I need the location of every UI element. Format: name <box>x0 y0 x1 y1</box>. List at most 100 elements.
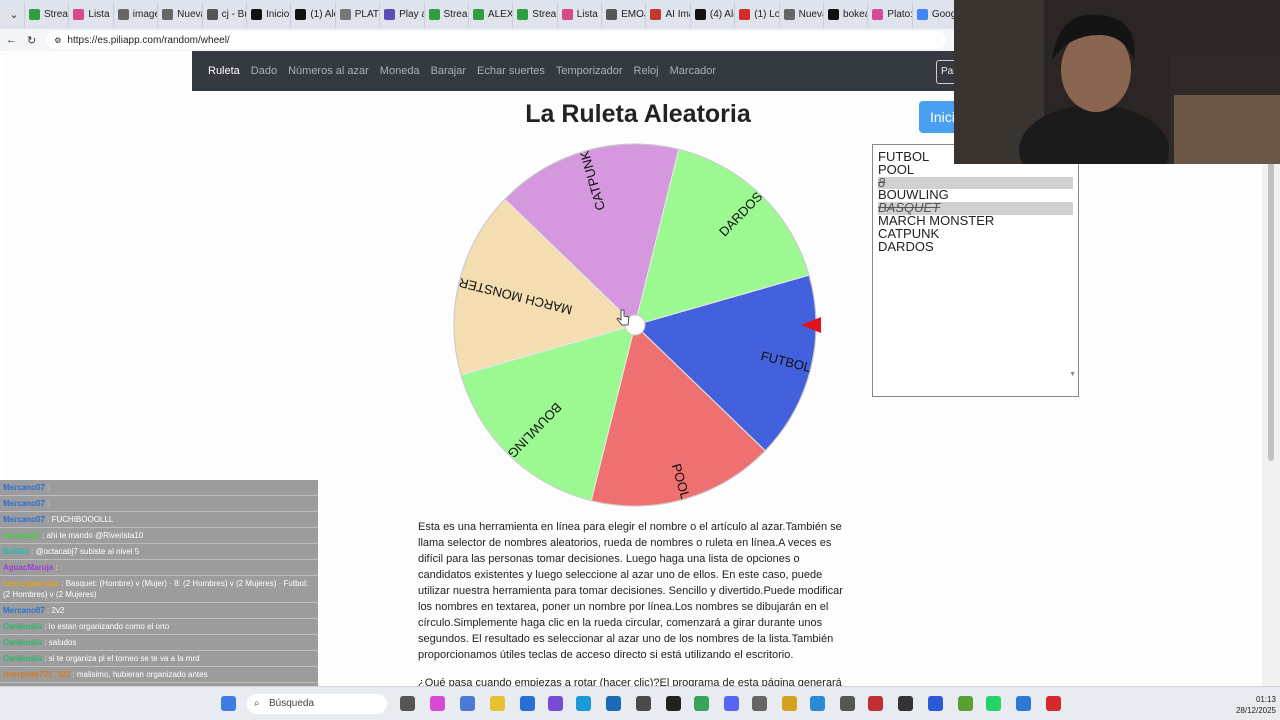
nav-item-marcador[interactable]: Marcador <box>670 65 716 77</box>
browser-tab[interactable]: Lista E <box>556 2 601 27</box>
nav-item-moneda[interactable]: Moneda <box>380 65 420 77</box>
chat-username: riverplate731_322 <box>3 670 71 679</box>
app-icon-1[interactable] <box>636 696 651 711</box>
clock-date: 28/12/2025 <box>1235 706 1276 715</box>
tab-label: Plato: <box>887 9 912 20</box>
chat-text: : saludos <box>44 638 77 647</box>
browser-tab[interactable]: Nueva <box>157 2 202 27</box>
tab-favicon-icon <box>783 9 795 20</box>
browser-tab[interactable]: Lista E <box>68 2 113 27</box>
browser-tab[interactable]: image <box>112 2 157 27</box>
site-info-icon[interactable]: ⚙ <box>54 36 61 45</box>
tab-label: Stream <box>443 9 468 20</box>
chat-text: : <box>55 563 58 572</box>
chat-message: Cardenalu : saludos <box>0 635 318 651</box>
browser-tab[interactable]: (1) Lo <box>734 2 779 27</box>
app-icon-2[interactable] <box>782 696 797 711</box>
chat-username: Cardenalu <box>3 622 43 631</box>
taskbar-search[interactable]: Búsqueda <box>247 694 387 714</box>
terminal-icon[interactable] <box>666 696 681 711</box>
browser-tab[interactable]: Nueva <box>778 2 823 27</box>
names-textarea[interactable]: FUTBOL POOL 8 BOUWLING BASQUET MARCH MONSTER C… <box>872 144 1079 397</box>
chat-message: Mercano07 : <box>0 496 318 512</box>
browser-tab[interactable]: Inicio <box>245 2 290 27</box>
tab-label: Lista E <box>88 9 112 20</box>
chat-text: : ahi te mando @Riverista10 <box>42 531 144 540</box>
chat-text: : FUCHIBOOOLLL <box>47 515 114 524</box>
browser-tab[interactable]: EMOJ <box>601 2 645 27</box>
chat-username: Mercano07 <box>3 499 45 508</box>
chat-username: IvanLagusneta <box>3 579 60 588</box>
tab-label: Stream <box>532 9 557 20</box>
browser-tab[interactable]: AI Ima <box>645 2 690 27</box>
nav-item-reloj[interactable]: Reloj <box>634 65 659 77</box>
nav-item-echar-suertes[interactable]: Echar suertes <box>477 65 545 77</box>
chat-username: AguacMaruja <box>3 563 54 572</box>
app-icon-6[interactable] <box>958 696 973 711</box>
taskbar-clock[interactable]: 01:13 28/12/2025 <box>1218 694 1276 716</box>
edge-browser-icon[interactable] <box>576 696 591 711</box>
chat-username: Cardenalu <box>3 654 43 663</box>
chrome-icon[interactable] <box>694 696 709 711</box>
tab-label: image <box>132 9 157 20</box>
obs-icon[interactable] <box>898 696 913 711</box>
nav-item-dado[interactable]: Dado <box>251 65 277 77</box>
browser-tab[interactable]: Play a <box>379 2 424 27</box>
spin-wheel[interactable]: FUTBOLPOOLBOUWLINGMARCH MONSTERCATPUNKDA… <box>450 140 830 510</box>
browser-tab[interactable]: Stream <box>24 2 68 27</box>
browser-tab[interactable]: bokea <box>823 2 867 27</box>
tab-list: Stream Lista E image Nueva cj - Bu Inicio (1) … <box>24 2 956 27</box>
start-menu-icon[interactable] <box>221 696 236 711</box>
chat-message: Cardenalu : lo estan organizando como el… <box>0 619 318 635</box>
app-icon-4[interactable] <box>868 696 883 711</box>
file-explorer-icon[interactable] <box>490 696 505 711</box>
chat-username: octacabj7 <box>3 531 40 540</box>
browser-tab[interactable]: Stream <box>423 2 468 27</box>
chat-message: IvanLagusneta : Basquet: (Hombre) v (Muj… <box>0 576 318 603</box>
chat-message: riverplate731_322 : malisimo, hubieran o… <box>0 667 318 683</box>
nav-item-barajar[interactable]: Barajar <box>431 65 466 77</box>
tab-label: ALEXI <box>487 9 512 20</box>
browser-tab[interactable]: cj - Bu <box>201 2 246 27</box>
tab-label: Inicio <box>265 9 290 20</box>
copilot-icon[interactable] <box>430 696 445 711</box>
chat-message: Cardenalu : si te organiza pl el torneo … <box>0 651 318 667</box>
browser-tab[interactable]: (4) Ale <box>689 2 734 27</box>
whatsapp-icon[interactable] <box>986 696 1001 711</box>
store-icon[interactable] <box>520 696 535 711</box>
browser-tab[interactable]: ALEXI <box>467 2 512 27</box>
chat-text: : <box>47 499 50 508</box>
chat-username: Mercano07 <box>3 483 45 492</box>
nav-item-ruleta[interactable]: Ruleta <box>208 65 240 77</box>
tab-favicon-icon <box>561 9 573 20</box>
nav-item-temporizador[interactable]: Temporizador <box>556 65 623 77</box>
pen-app-icon[interactable] <box>548 696 563 711</box>
browser-tab[interactable]: Goog <box>911 2 956 27</box>
nav-item-numeros[interactable]: Números al azar <box>288 65 369 77</box>
app-icon-8[interactable] <box>1046 696 1061 711</box>
tab-favicon-icon <box>694 9 706 20</box>
settings-gear-icon[interactable] <box>752 696 767 711</box>
tab-favicon-icon <box>872 9 884 20</box>
discord-icon[interactable] <box>724 696 739 711</box>
task-view-icon[interactable] <box>400 696 415 711</box>
gear-icon[interactable] <box>840 696 855 711</box>
edge-reload-icon[interactable] <box>606 696 621 711</box>
browser-tab[interactable]: Stream <box>512 2 557 27</box>
browser-tab[interactable]: Plato: <box>867 2 912 27</box>
browser-tab[interactable]: PLATO <box>334 2 379 27</box>
url-text: https://es.piliapp.com/random/wheel/ <box>67 34 230 46</box>
chat-text: : si te organiza pl el torneo se te va a… <box>44 654 200 663</box>
app-icon-5[interactable] <box>928 696 943 711</box>
tab-search-chevron-icon[interactable]: ⌄ <box>4 4 24 26</box>
reload-icon[interactable]: ↻ <box>27 34 36 47</box>
app-icon-7[interactable] <box>1016 696 1031 711</box>
app-icon-3[interactable] <box>810 696 825 711</box>
browser-tab[interactable]: (1) Ale <box>290 2 335 27</box>
back-arrow-icon[interactable]: ← <box>6 34 17 46</box>
widgets-icon[interactable] <box>460 696 475 711</box>
tab-favicon-icon <box>428 9 440 20</box>
url-bar[interactable]: ⚙ https://es.piliapp.com/random/wheel/ <box>46 31 947 49</box>
tab-favicon-icon <box>916 9 928 20</box>
chat-username: Cardenalu <box>3 638 43 647</box>
